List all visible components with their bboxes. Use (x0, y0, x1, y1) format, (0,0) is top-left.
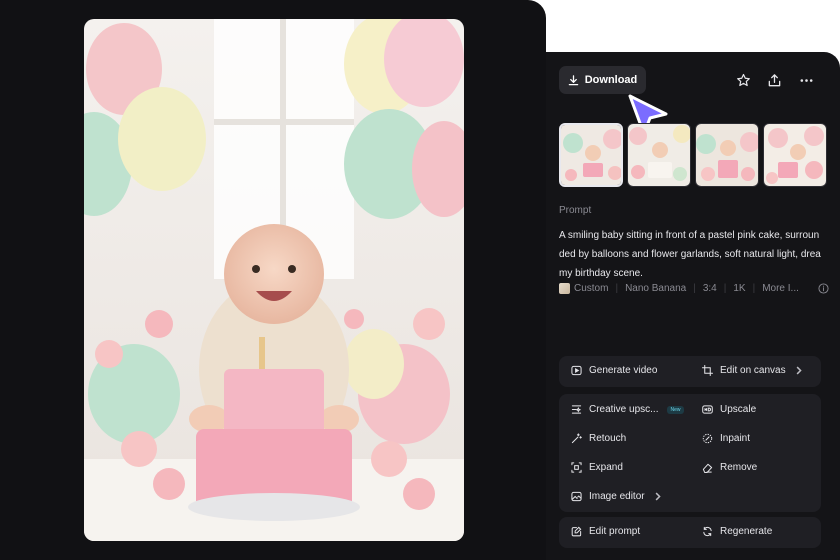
editing-tools: Creative upsc... New Upscale Retouch Inp… (559, 394, 821, 512)
favorite-button[interactable] (733, 70, 753, 90)
remove-label: Remove (720, 462, 758, 473)
generated-image[interactable] (84, 19, 464, 541)
generate-video-button[interactable]: Generate video (571, 365, 657, 376)
generation-meta: Custom | Nano Banana | 3:4 | 1K | More I… (559, 283, 829, 294)
resolution-label: 1K (733, 283, 746, 294)
download-icon (568, 74, 578, 85)
refresh-icon (703, 526, 712, 537)
new-badge: New (667, 405, 684, 414)
inpaint-icon (702, 433, 713, 444)
creative-upscale-button[interactable]: Creative upsc... New (571, 404, 684, 415)
meta-divider: | (752, 283, 756, 294)
image-edit-icon (571, 491, 582, 502)
meta-divider: | (723, 283, 727, 294)
model-label: Nano Banana (625, 283, 687, 294)
edit-prompt-icon (571, 526, 582, 537)
more-icon (800, 78, 812, 82)
style-chip[interactable]: Custom (559, 283, 608, 294)
inpaint-button[interactable]: Inpaint (702, 433, 750, 444)
thumb-4[interactable] (763, 123, 827, 187)
regenerate-button[interactable]: Regenerate (702, 526, 772, 537)
image-viewer (0, 0, 546, 560)
image-editor-button[interactable]: Image editor (571, 491, 663, 502)
sparkle-upscale-icon (571, 405, 582, 414)
retouch-label: Retouch (589, 433, 627, 444)
generate-video-label: Generate video (589, 365, 658, 376)
expand-label: Expand (589, 462, 623, 473)
upscale-label: Upscale (720, 404, 757, 415)
edit-on-canvas-label: Edit on canvas (720, 365, 786, 376)
style-label: Custom (574, 283, 609, 294)
retouch-button[interactable]: Retouch (571, 433, 626, 444)
image-editor-label: Image editor (589, 491, 645, 502)
more-info-link[interactable]: More I... (762, 283, 799, 294)
inpaint-label: Inpaint (720, 433, 751, 444)
variation-thumbnails (559, 123, 827, 187)
prompt-heading: Prompt (559, 205, 592, 216)
details-panel: Download Prompt A smiling baby sitting i… (546, 52, 840, 560)
share-button[interactable] (764, 70, 784, 90)
ratio-label: 3:4 (702, 283, 717, 294)
hd-icon (702, 405, 713, 414)
edit-prompt-button[interactable]: Edit prompt (571, 526, 640, 537)
star-icon (736, 73, 750, 86)
download-label: Download (584, 74, 638, 86)
magic-wand-icon (571, 433, 582, 444)
upscale-button[interactable]: Upscale (702, 404, 756, 415)
expand-button[interactable]: Expand (571, 462, 623, 473)
chevron-right-icon (655, 492, 661, 501)
expand-icon (571, 462, 582, 473)
meta-divider: | (615, 283, 619, 294)
thumb-2[interactable] (627, 123, 691, 187)
video-canvas-actions: Generate video Edit on canvas (559, 356, 821, 387)
remove-button[interactable]: Remove (702, 462, 757, 473)
info-icon[interactable] (818, 283, 829, 294)
regenerate-label: Regenerate (720, 526, 773, 537)
download-button[interactable]: Download (559, 66, 646, 94)
prompt-actions: Edit prompt Regenerate (559, 517, 821, 548)
eraser-icon (702, 463, 713, 473)
crop-icon (702, 365, 713, 376)
style-thumbnail-icon (559, 283, 570, 294)
creative-upscale-label: Creative upsc... (589, 404, 659, 415)
meta-divider: | (693, 283, 696, 294)
more-button[interactable] (796, 70, 816, 90)
edit-on-canvas-button[interactable]: Edit on canvas (702, 365, 804, 376)
edit-prompt-label: Edit prompt (589, 526, 641, 537)
share-icon (768, 73, 780, 86)
prompt-text: A smiling baby sitting in front of a pas… (559, 230, 821, 279)
video-icon (571, 365, 582, 376)
thumb-1[interactable] (559, 123, 623, 187)
thumb-3[interactable] (695, 123, 759, 187)
chevron-right-icon (796, 366, 802, 375)
